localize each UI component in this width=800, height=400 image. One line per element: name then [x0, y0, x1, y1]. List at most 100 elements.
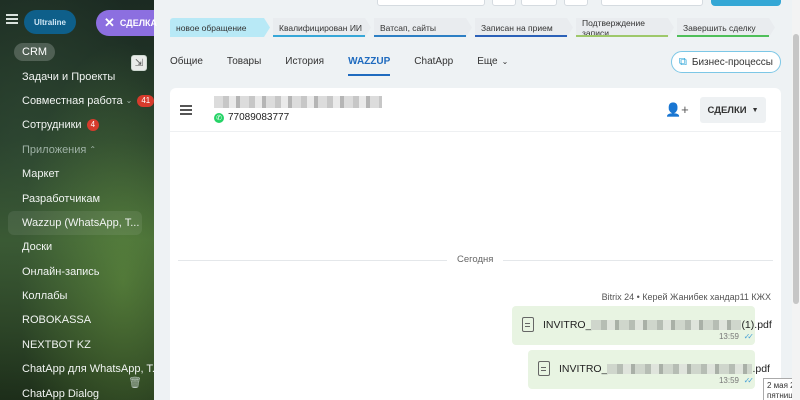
- business-processes-label: Бизнес-процессы: [691, 56, 773, 68]
- stage-item[interactable]: Завершить сделку: [677, 18, 775, 37]
- stage-item[interactable]: новое обращение: [170, 18, 270, 37]
- stage-label: Завершить сделку: [683, 22, 756, 33]
- whatsapp-icon: ✆: [214, 112, 224, 123]
- sidebar-item-label: Коллабы: [22, 290, 68, 303]
- file-name-suffix: (1).pdf: [741, 319, 772, 331]
- scrollbar-thumb[interactable]: [793, 34, 799, 304]
- trash-icon[interactable]: 🗑: [128, 376, 142, 389]
- sidebar-item-label: Доски: [22, 241, 53, 254]
- sidebar-item-market[interactable]: Маркет: [0, 162, 154, 186]
- document-icon: [538, 361, 550, 376]
- double-check-icon: ✓✓: [743, 332, 755, 341]
- stage-item[interactable]: Квалифицирован ИИ: [273, 18, 371, 37]
- collapse-panel-icon[interactable]: ⇲: [131, 55, 147, 71]
- sidebar-nav: CRM Задачи и Проекты Совместная работа ⌄ 4…: [0, 40, 154, 400]
- stage-item[interactable]: Записан на прием: [475, 18, 573, 37]
- stage-label: новое обращение: [176, 22, 247, 33]
- file-name: INVITRO_ .pdf: [559, 363, 770, 375]
- sidebar-item-label: Wazzup (WhatsApp, T...: [22, 216, 140, 229]
- sidebar-item-label: ChatApp для WhatsApp, T...: [22, 363, 154, 376]
- double-check-icon: ✓✓: [743, 376, 755, 385]
- save-button[interactable]: [711, 0, 781, 6]
- contact-phone: ✆ 77089083777: [214, 112, 289, 123]
- deals-dropdown-button[interactable]: СДЕЛКИ ▼: [700, 97, 766, 123]
- close-icon: ✕: [104, 15, 115, 30]
- redacted-text: [591, 320, 742, 331]
- message-time: 13:59: [718, 332, 739, 341]
- toolbar-field[interactable]: [601, 0, 703, 6]
- tab-products[interactable]: Товары: [227, 50, 261, 73]
- redacted-text: [607, 364, 753, 375]
- page-scrollbar[interactable]: [792, 0, 800, 400]
- sidebar-item-label: Разработчикам: [22, 192, 101, 205]
- sidebar-item-employees[interactable]: Сотрудники 4: [0, 113, 154, 137]
- stage-label: Квалифицирован ИИ: [279, 22, 363, 33]
- deal-stages: новое обращение Квалифицирован ИИ Ватсап, …: [170, 18, 778, 37]
- stage-color-bar: [576, 35, 668, 37]
- chat-header: ✆ 77089083777 👤+ СДЕЛКИ ▼: [170, 88, 781, 132]
- tab-more[interactable]: Еще ⌄: [477, 50, 508, 73]
- caret-down-icon: ▼: [751, 106, 759, 114]
- sidebar-item-developers[interactable]: Разработчикам: [0, 186, 154, 210]
- sidebar-item-label: Приложения: [22, 143, 87, 156]
- sidebar-item-boards[interactable]: Доски: [0, 235, 154, 259]
- sidebar-item-label: NEXTBOT KZ: [22, 338, 91, 351]
- stage-color-bar: [374, 35, 466, 37]
- date-divider-label: Сегодня: [447, 254, 504, 265]
- company-logo: Ultraline: [24, 10, 76, 34]
- document-icon: [522, 317, 534, 332]
- chevron-down-icon: ⌄: [501, 56, 509, 66]
- file-name-prefix: INVITRO_: [559, 363, 608, 375]
- sidebar-item-label: ChatApp Dialog: [22, 387, 100, 400]
- sidebar-item-label: Онлайн-запись: [22, 265, 100, 278]
- add-user-icon[interactable]: 👤+: [665, 102, 689, 118]
- sidebar-item-label: ROBOKASSA: [22, 314, 92, 327]
- sidebar-item-robokassa[interactable]: ROBOKASSA: [0, 308, 154, 332]
- menu-icon[interactable]: [180, 105, 192, 118]
- close-deal-button[interactable]: ✕ СДЕЛКА: [96, 10, 158, 36]
- deals-label: СДЕЛКИ: [707, 104, 747, 116]
- sidebar-item-label: Задачи и Проекты: [22, 70, 116, 83]
- sidebar-item-label: Совместная работа: [22, 94, 123, 107]
- sidebar-item-wazzup[interactable]: Wazzup (WhatsApp, T...: [8, 210, 142, 236]
- toolbar-button[interactable]: [521, 0, 557, 6]
- tab-chatapp[interactable]: ChatApp: [414, 50, 453, 73]
- toolbar-field[interactable]: [377, 0, 485, 6]
- toolbar-button[interactable]: [564, 0, 588, 6]
- counter-badge: 4: [86, 119, 100, 132]
- stage-item[interactable]: Ватсап, сайты: [374, 18, 472, 37]
- tab-wazzup[interactable]: WAZZUP: [348, 50, 391, 76]
- contact-name-redacted: [214, 96, 382, 108]
- deal-tabs: Общие Товары История WAZZUP ChatApp Еще ⌄: [170, 48, 532, 76]
- file-message[interactable]: INVITRO_ .pdf 13:59 ✓✓: [528, 350, 770, 389]
- business-processes-button[interactable]: ⧉ Бизнес-процессы: [671, 51, 781, 73]
- file-message[interactable]: INVITRO_ (1).pdf 13:59 ✓✓: [512, 306, 772, 345]
- chat-panel: ✆ 77089083777 👤+ СДЕЛКИ ▼ Сегодня Bitrix 2…: [170, 88, 781, 400]
- stage-label: Записан на прием: [481, 22, 553, 33]
- sidebar-item-applications[interactable]: Приложения ⌃: [0, 138, 154, 162]
- tab-history[interactable]: История: [285, 50, 324, 73]
- sidebar-item-label: Сотрудники: [22, 119, 82, 132]
- menu-icon[interactable]: [6, 14, 18, 24]
- sidebar-item-nextbot[interactable]: NEXTBOT KZ: [0, 333, 154, 357]
- tab-general[interactable]: Общие: [170, 50, 203, 73]
- stage-color-bar: [475, 35, 567, 37]
- counter-badge: 41: [137, 94, 154, 107]
- stage-color-bar: [170, 35, 264, 37]
- sidebar-item-collaboration[interactable]: Совместная работа ⌄ 41: [0, 89, 154, 113]
- stage-item[interactable]: Подтверждение записи: [576, 18, 674, 37]
- close-deal-label: СДЕЛКА: [119, 18, 158, 28]
- file-name-prefix: INVITRO_: [543, 319, 592, 331]
- sidebar-item-online-booking[interactable]: Онлайн-запись: [0, 260, 154, 284]
- file-name-suffix: .pdf: [752, 363, 770, 375]
- message-time: 13:59: [718, 376, 739, 385]
- sidebar-item-collabs[interactable]: Коллабы: [0, 284, 154, 308]
- phone-number: 77089083777: [228, 112, 290, 123]
- tab-more-label: Еще: [477, 55, 498, 67]
- chevron-down-icon: ⌄: [125, 96, 133, 106]
- stage-label: Ватсап, сайты: [380, 22, 437, 33]
- file-name: INVITRO_ (1).pdf: [543, 319, 772, 331]
- toolbar-button[interactable]: [492, 0, 516, 6]
- stage-color-bar: [677, 35, 769, 37]
- workflow-icon: ⧉: [679, 55, 687, 68]
